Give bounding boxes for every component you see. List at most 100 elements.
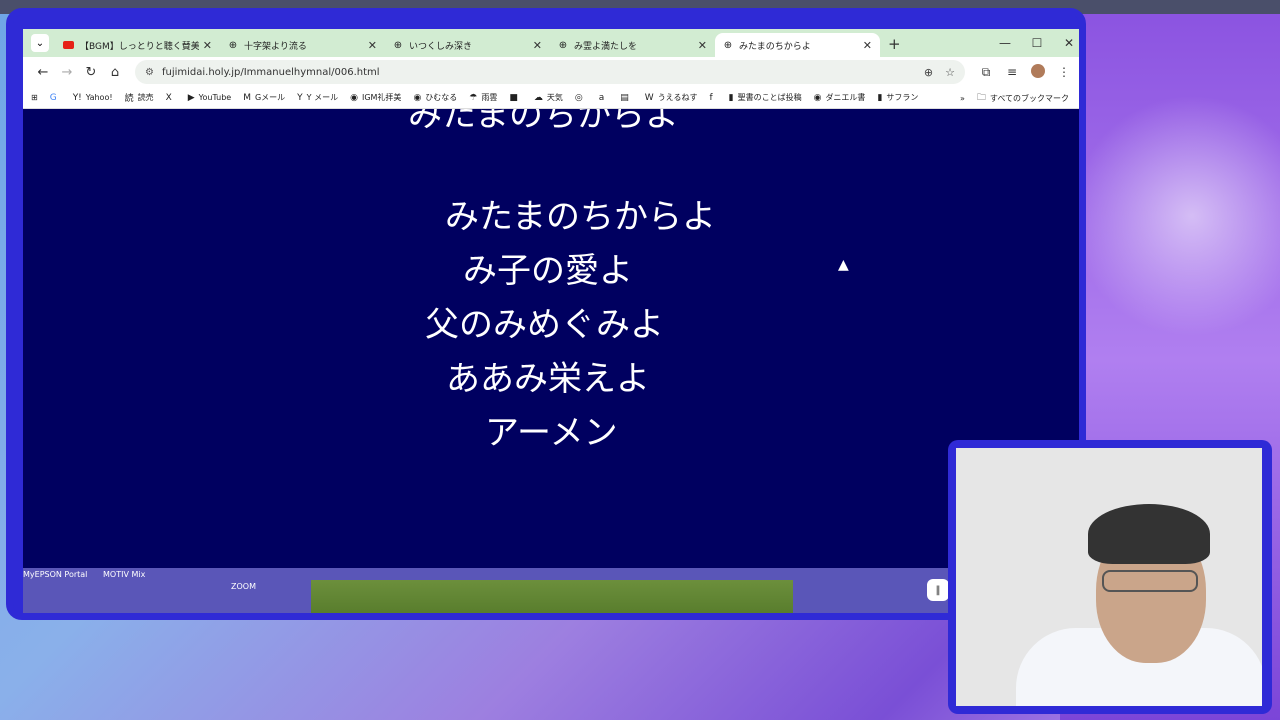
bookmark-label: Y メール [306, 93, 339, 102]
underlying-window-strip: MyEPSON Portal MOTIV Mix ZOOM [23, 568, 1079, 613]
webcam-overlay [948, 440, 1272, 714]
bookmark-15[interactable]: f [709, 91, 716, 104]
webcam-video [956, 448, 1262, 706]
bookmarks-bar: ⊞ G Y! Yahoo! 読読売 X ▶ YouTube M Gメール Y Y メール ◉ IGM礼… [23, 87, 1079, 109]
home-icon[interactable]: ⌂ [103, 65, 127, 80]
site-info-icon[interactable]: ⚙ [145, 67, 154, 78]
lyric-line: 父のみめぐみよ [425, 305, 665, 345]
all-bookmarks-label: すべてのブックマーク [989, 93, 1069, 103]
tab-close-icon[interactable]: ✕ [533, 39, 542, 52]
lyric-line: みたまのちからよ [445, 197, 716, 237]
tab-title: 【BGM】しっとりと聴く賛美 vol.3 ※ [80, 41, 199, 52]
bookmark-6[interactable]: ◉ IGM礼拝美 [350, 91, 401, 104]
tab-title: いつくしみ深き [409, 41, 473, 52]
tab-close-icon[interactable]: ✕ [863, 39, 872, 52]
bookmark-13[interactable]: ▤ [620, 91, 633, 104]
youtube-icon [63, 41, 74, 49]
zoom-icon[interactable]: ⊕ [924, 66, 933, 79]
bookmark-3[interactable]: ▶ YouTube [188, 91, 231, 104]
bookmark-5[interactable]: YY メール [297, 91, 338, 104]
bookmark-icon: Y! [72, 92, 82, 103]
reload-icon[interactable]: ↻ [79, 65, 103, 80]
close-icon[interactable]: ✕ [1053, 36, 1079, 50]
back-icon[interactable]: ← [31, 65, 55, 80]
bookmark-label: Yahoo! [85, 93, 113, 102]
bookmark-11[interactable]: ◎ [575, 91, 587, 104]
bookmark-label: 読売 [137, 93, 154, 102]
minimize-icon[interactable]: — [989, 36, 1021, 50]
scroll-handle[interactable]: ‖ [927, 579, 949, 601]
bookmark-icon: ◉ [813, 92, 822, 103]
profile-avatar[interactable] [1025, 63, 1051, 81]
all-bookmarks-button[interactable]: 🗀 すべてのブックマーク [977, 90, 1069, 106]
folder-icon: 🗀 [976, 93, 986, 103]
bookmark-12[interactable]: a [599, 91, 609, 104]
bookmark-icon: W [644, 92, 654, 103]
bookmark-label: Gメール [254, 93, 286, 102]
bookmark-icon: f [709, 92, 713, 103]
bookmark-icon: ▮ [728, 92, 734, 103]
tab-0[interactable]: 【BGM】しっとりと聴く賛美 vol.3 ※ ✕ [55, 33, 220, 57]
bookmark-label: ひむなる [425, 93, 458, 102]
tab-close-icon[interactable]: ✕ [203, 39, 212, 52]
bookmark-icon: ■ [509, 92, 518, 103]
bookmark-7[interactable]: ◉ ひむなる [413, 91, 457, 104]
tab-close-icon[interactable]: ✕ [698, 39, 707, 52]
lyric-line: ああみ栄えよ [446, 359, 650, 399]
globe-icon: ⊕ [228, 39, 238, 51]
globe-icon: ⊕ [558, 39, 568, 51]
bookmark-label: うえるねす [657, 93, 698, 102]
star-icon[interactable]: ☆ [945, 66, 955, 79]
google-bookmark[interactable]: G [50, 93, 61, 103]
more-menu-icon[interactable]: ⋮ [1051, 65, 1077, 79]
zoom-label: ZOOM [231, 582, 256, 591]
bookmark-list: Y! Yahoo! 読読売 X ▶ YouTube M Gメール Y Y メール ◉ IGM礼拝美 ◉ ひ… [73, 91, 931, 105]
media-control-icon[interactable]: ≡ [999, 65, 1025, 79]
bookmark-10[interactable]: ☁ 天気 [534, 91, 563, 104]
apps-icon[interactable]: ⊞ [31, 93, 38, 102]
presenter-hair [1088, 504, 1210, 564]
bookmark-icon: 読 [124, 94, 134, 104]
bookmark-label: サフラン [886, 93, 919, 102]
bookmark-14[interactable]: W うえるねす [645, 91, 698, 104]
bookmark-icon: ▮ [877, 92, 883, 103]
tab-strip: 【BGM】しっとりと聴く賛美 vol.3 ※ ✕ ⊕ 十字架より流る ✕ ⊕ いつくしみ深き… [55, 33, 880, 57]
bookmark-8[interactable]: ☂ 雨雲 [469, 91, 497, 104]
forward-icon[interactable]: → [55, 65, 79, 80]
address-bar[interactable]: ⚙ fujimidai.holy.jp/Immanuelhymnal/006.h… [135, 60, 965, 84]
bookmark-1[interactable]: 読読売 [125, 91, 154, 104]
bookmark-16[interactable]: ▮ 聖書のことば投稿 [729, 91, 802, 104]
bookmark-17[interactable]: ◉ ダニエル書 [814, 91, 866, 104]
extensions-icon[interactable]: ⧉ [973, 65, 999, 80]
tab-bar: ⌄ 【BGM】しっとりと聴く賛美 vol.3 ※ ✕ ⊕ 十字架より流る ✕ ⊕ いつくしみ… [23, 29, 1079, 57]
tab-search-button[interactable]: ⌄ [31, 34, 49, 52]
globe-icon: ⊕ [723, 39, 733, 51]
tab-2[interactable]: ⊕ いつくしみ深き ✕ [385, 33, 550, 57]
bookmarks-overflow-button[interactable]: » [960, 94, 965, 103]
motiv-label: MOTIV Mix [103, 570, 146, 579]
tab-3[interactable]: ⊕ み霊よ満たしを ✕ [550, 33, 715, 57]
bookmark-icon: ◉ [413, 92, 422, 103]
tab-1[interactable]: ⊕ 十字架より流る ✕ [220, 33, 385, 57]
background-image [311, 580, 793, 613]
new-tab-button[interactable]: + [888, 35, 901, 53]
bookmark-0[interactable]: Y! Yahoo! [73, 91, 113, 104]
bookmark-9[interactable]: ■ [509, 91, 522, 104]
tab-title: みたまのちからよ [739, 41, 811, 52]
lyric-line: み子の愛よ [463, 251, 633, 291]
bookmark-2[interactable]: X [166, 91, 176, 104]
tab-4[interactable]: ⊕ みたまのちからよ ✕ [715, 33, 880, 57]
window-controls: — ☐ ✕ [989, 29, 1079, 57]
tab-close-icon[interactable]: ✕ [368, 39, 377, 52]
bookmark-18[interactable]: ▮ サフラン [877, 91, 918, 104]
bookmark-4[interactable]: M Gメール [243, 91, 285, 104]
url-text: fujimidai.holy.jp/Immanuelhymnal/006.htm… [161, 66, 380, 78]
bookmark-icon: ▤ [620, 92, 629, 103]
bookmark-icon: X [165, 92, 172, 103]
bookmark-label: 天気 [546, 93, 563, 102]
lyric-partial-top: みたまのちからよ [408, 109, 679, 135]
bookmark-label: 雨雲 [481, 93, 498, 102]
mouse-cursor-icon: ▲ [838, 257, 849, 273]
maximize-icon[interactable]: ☐ [1021, 36, 1053, 50]
page-content: みたまのちからよ みたまのちからよ み子の愛よ 父のみめぐみよ ああみ栄えよ ア… [23, 109, 1079, 584]
